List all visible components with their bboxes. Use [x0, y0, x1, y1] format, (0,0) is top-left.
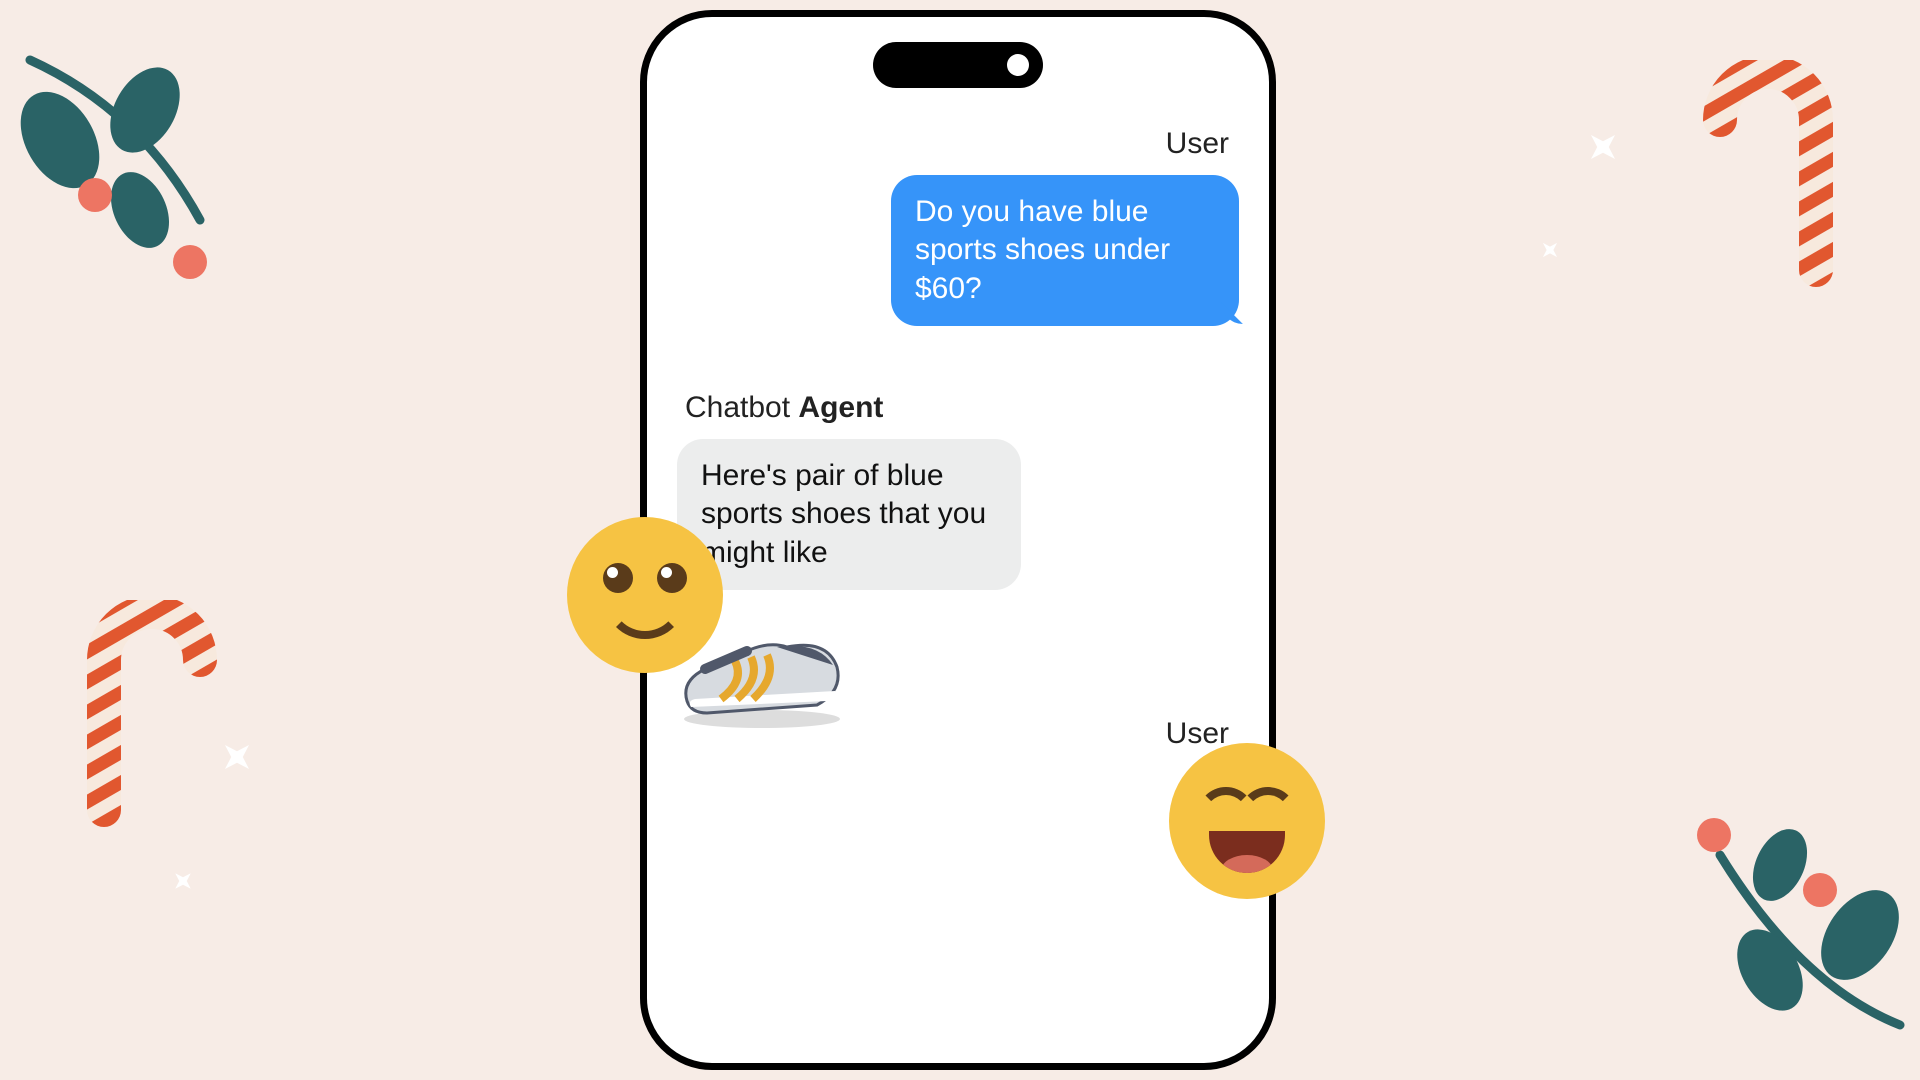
agent-message-text: Here's pair of blue sports shoes that yo… [701, 459, 986, 569]
smile-emoji-icon [567, 517, 723, 673]
agent-message-bubble: Here's pair of blue sports shoes that yo… [677, 439, 1021, 590]
candy-cane-icon [1680, 60, 1860, 305]
dynamic-island [873, 42, 1043, 88]
sender-label-user-2: User [1166, 717, 1229, 751]
camera-dot-icon [1007, 54, 1029, 76]
user-message-bubble: Do you have blue sports shoes under $60? [891, 175, 1239, 326]
sender-label-user: User [1166, 127, 1229, 161]
illustration-stage: User Do you have blue sports shoes under… [0, 0, 1920, 1080]
sparkle-icon [1536, 236, 1564, 264]
sparkle-icon [167, 865, 198, 896]
candy-cane-icon [60, 600, 240, 845]
laugh-emoji-icon [1169, 743, 1325, 899]
holly-branch-icon [1640, 785, 1920, 1050]
phone-mockup: User Do you have blue sports shoes under… [640, 10, 1276, 1070]
chat-thread: User Do you have blue sports shoes under… [677, 127, 1239, 1033]
agent-label-bold: Agent [798, 391, 883, 424]
user-message-text: Do you have blue sports shoes under $60? [915, 195, 1170, 305]
sender-label-agent: Chatbot Agent [685, 391, 883, 425]
sparkle-icon [1579, 123, 1627, 171]
agent-label-prefix: Chatbot [685, 391, 798, 424]
holly-branch-icon [0, 30, 260, 295]
